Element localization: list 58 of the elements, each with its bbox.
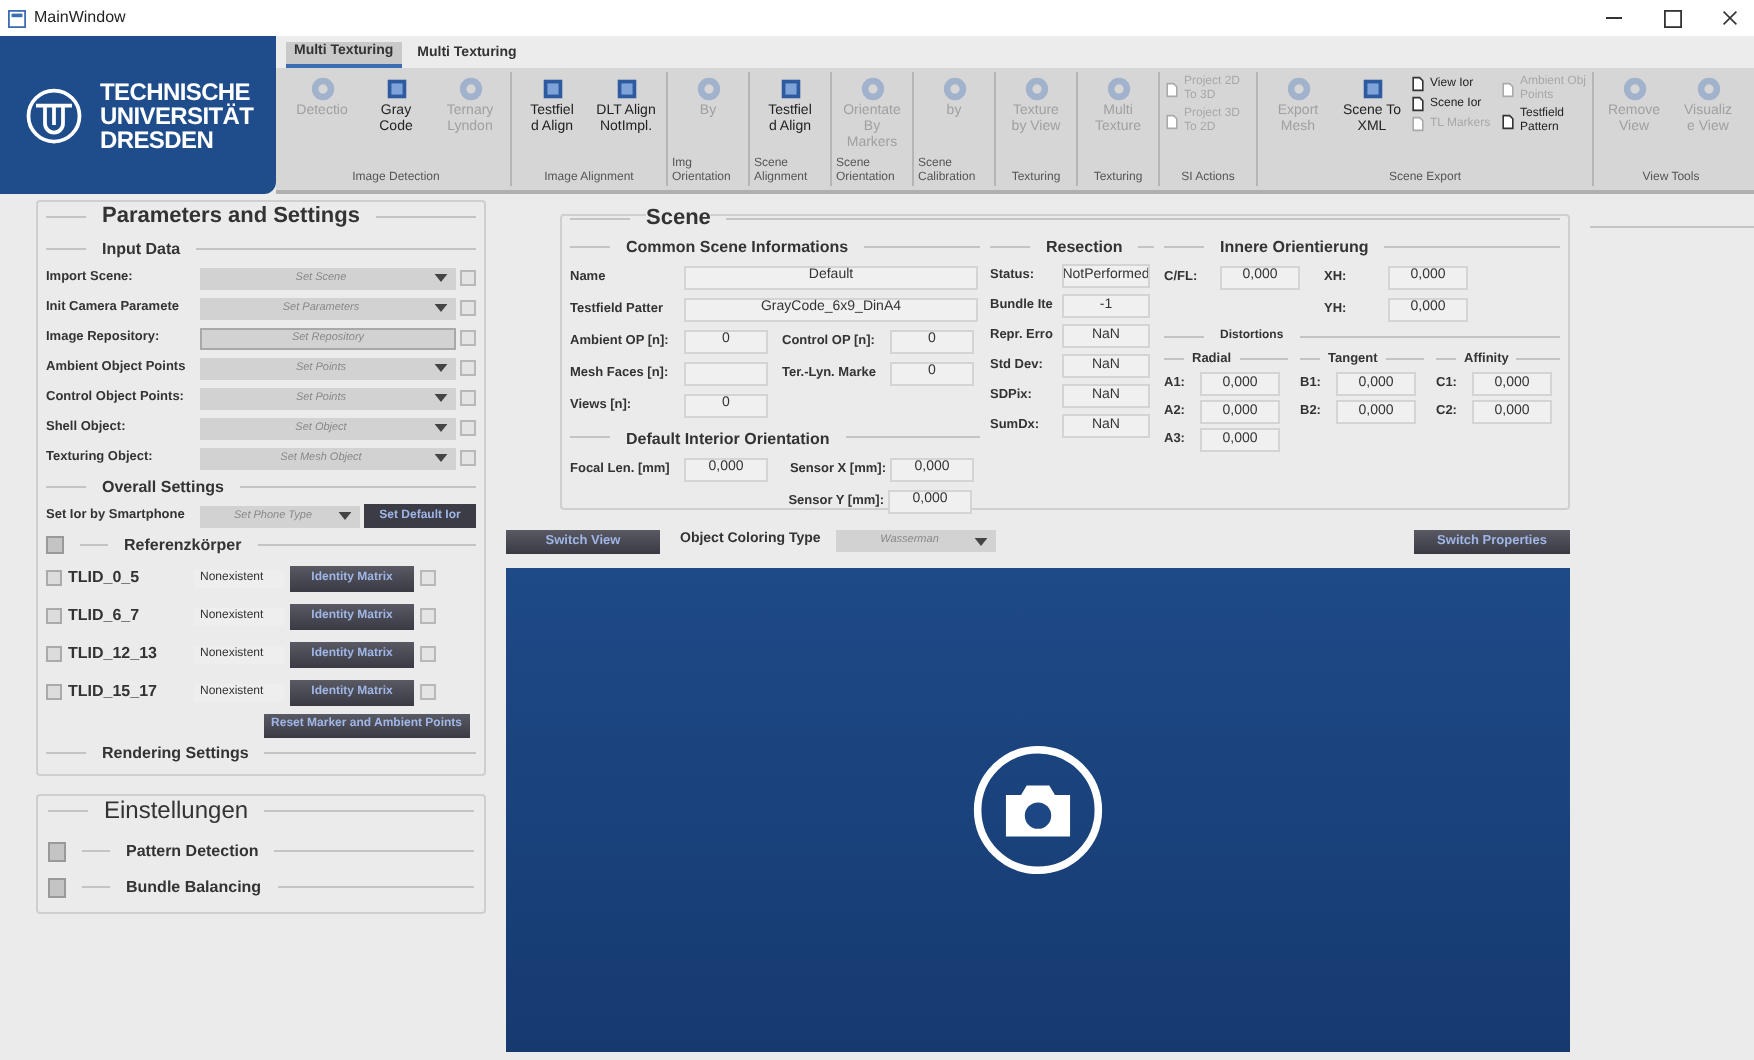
- tool-icon: [1359, 76, 1385, 102]
- app-icon: [8, 9, 26, 27]
- section-title: Rendering Settings: [102, 741, 249, 765]
- checkbox[interactable]: [46, 608, 62, 624]
- tool-icon: [777, 76, 803, 102]
- tool-icon: [309, 76, 335, 102]
- dropdown-arrow-icon: [434, 304, 448, 312]
- small-button[interactable]: [420, 570, 436, 586]
- dropdown-arrow-icon: [338, 512, 352, 520]
- window-title: MainWindow: [34, 6, 126, 30]
- dropdown-arrow-icon: [434, 454, 448, 462]
- tool-icon: [695, 76, 721, 102]
- dropdown-arrow-icon: [434, 424, 448, 432]
- small-button[interactable]: [420, 646, 436, 662]
- university-emblem-icon: [24, 85, 84, 145]
- expand-button[interactable]: [46, 536, 64, 554]
- logo-text: UNIVERSITÄT: [100, 103, 254, 127]
- item-name: TLID_0_5: [68, 566, 142, 590]
- dropdown-arrow-icon: [434, 394, 448, 402]
- section-title: Common Scene Informations: [626, 235, 849, 259]
- section-title: Referenzkörper: [124, 533, 242, 557]
- tool-icon: [941, 76, 967, 102]
- logo-text: DRESDEN: [100, 127, 216, 151]
- item-name: TLID_6_7: [68, 604, 142, 628]
- checkbox[interactable]: [46, 570, 62, 586]
- checkbox[interactable]: [46, 684, 62, 700]
- checkbox[interactable]: [46, 646, 62, 662]
- tool-icon: [1695, 76, 1721, 102]
- close-icon: [1722, 10, 1738, 26]
- maximize-icon: [1664, 9, 1682, 27]
- section-title: Overall Settings: [102, 475, 224, 499]
- group-title: Einstellungen: [104, 793, 249, 827]
- section-title: Input Data: [102, 237, 181, 261]
- camera-icon: [972, 744, 1104, 876]
- logo-text: TECHNISCHE: [100, 79, 251, 103]
- section-title: Innere Orientierung: [1220, 235, 1369, 259]
- dropdown-arrow-icon: [434, 274, 448, 282]
- small-button[interactable]: [420, 684, 436, 700]
- tool-icon: [613, 76, 639, 102]
- dropdown-arrow-icon: [974, 537, 989, 545]
- section-title: Default Interior Orientation: [626, 427, 830, 451]
- tool-icon: [1285, 76, 1311, 102]
- tool-icon: [1621, 76, 1647, 102]
- group-title: Parameters and Settings: [102, 202, 360, 232]
- tool-icon: [539, 76, 565, 102]
- tool-icon: [1105, 76, 1131, 102]
- tool-icon: [457, 76, 483, 102]
- tool-icon: [383, 76, 409, 102]
- section-title: Bundle Balancing: [126, 875, 262, 899]
- small-button[interactable]: [420, 608, 436, 624]
- item-name: TLID_15_17: [68, 680, 159, 704]
- section-title: Resection: [1046, 235, 1123, 259]
- value-field: [684, 361, 768, 385]
- section-title: Pattern Detection: [126, 839, 259, 863]
- item-name: TLID_12_13: [68, 642, 159, 666]
- dropdown-arrow-icon: [434, 364, 448, 372]
- tool-icon: [1023, 76, 1049, 102]
- tool-icon: [859, 76, 885, 102]
